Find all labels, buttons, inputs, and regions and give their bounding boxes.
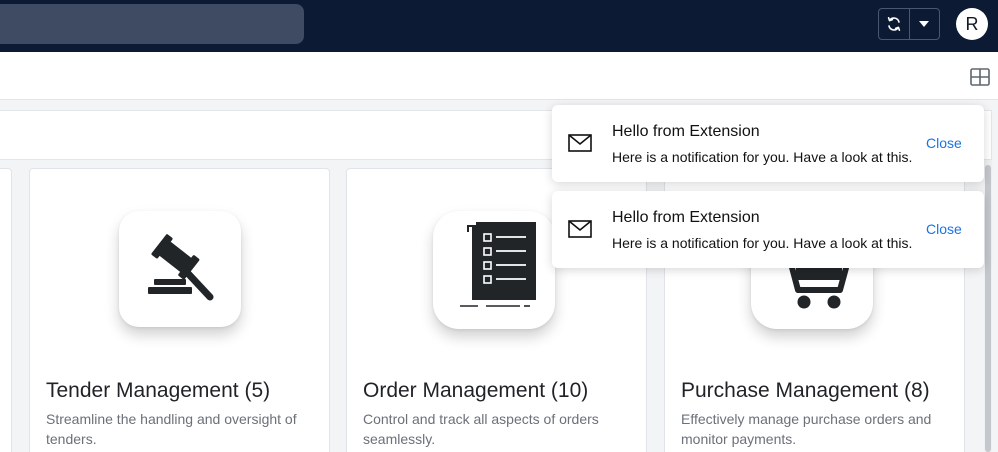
user-avatar[interactable]: R <box>956 8 988 40</box>
scrollbar-thumb[interactable] <box>985 165 991 452</box>
sync-button[interactable] <box>879 9 910 39</box>
grid-layout-icon <box>970 68 990 86</box>
sync-icon <box>887 17 900 31</box>
notification-toast: Hello from Extension Here is a notificat… <box>552 191 984 268</box>
sub-header <box>0 52 998 100</box>
caret-down-icon <box>919 21 930 27</box>
mail-icon <box>568 134 592 152</box>
layout-toggle-button[interactable] <box>970 68 990 86</box>
mail-icon <box>568 220 592 238</box>
notification-title: Hello from Extension <box>612 209 760 226</box>
sync-button-group <box>878 8 940 40</box>
module-tile <box>119 211 241 327</box>
card-title: Tender Management (5) <box>46 379 271 402</box>
sync-options-dropdown[interactable] <box>910 9 940 39</box>
search-bar[interactable] <box>0 4 304 44</box>
module-card-tender[interactable]: Tender Management (5) Streamline the han… <box>29 168 330 452</box>
card-description: Streamline the handling and oversight of… <box>46 411 297 447</box>
notification-body: Here is a notification for you. Have a l… <box>612 235 913 251</box>
gavel-icon <box>148 234 214 301</box>
card-description: Effectively manage purchase orders and m… <box>681 411 932 447</box>
card-description: Control and track all aspects of orders … <box>363 411 599 447</box>
checklist-document-icon <box>460 222 536 307</box>
card-title: Order Management (10) <box>363 379 589 402</box>
notification-close-button[interactable]: Close <box>926 135 962 151</box>
card-title: Purchase Management (8) <box>681 379 930 402</box>
notification-body: Here is a notification for you. Have a l… <box>612 149 913 165</box>
notification-title: Hello from Extension <box>612 123 760 140</box>
notification-toast: Hello from Extension Here is a notificat… <box>552 105 984 182</box>
module-card-partial[interactable] <box>0 168 12 452</box>
notification-close-button[interactable]: Close <box>926 221 962 237</box>
module-tile <box>433 211 555 329</box>
